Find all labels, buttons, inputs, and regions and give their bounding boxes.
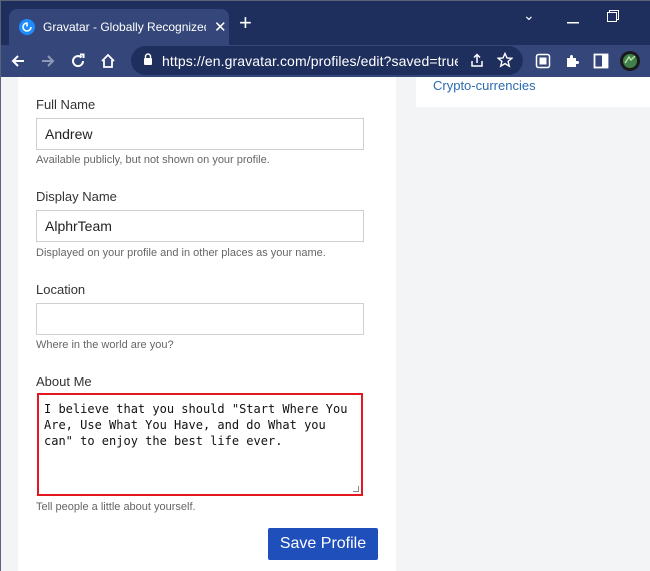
display-name-label: Display Name xyxy=(36,189,117,204)
full-name-label: Full Name xyxy=(36,97,96,112)
tab-close-icon[interactable]: ✕ xyxy=(214,20,227,35)
location-input[interactable] xyxy=(36,303,364,335)
lock-icon[interactable] xyxy=(143,52,153,70)
url-text: https://en.gravatar.com/profiles/edit?sa… xyxy=(162,52,458,69)
new-tab-icon[interactable]: + xyxy=(239,12,252,34)
browser-tab[interactable]: Gravatar - Globally Recognized Avatars ✕ xyxy=(9,9,229,45)
location-label: Location xyxy=(36,282,86,297)
browser-tabstrip: Gravatar - Globally Recognized Avatars ✕… xyxy=(1,1,650,45)
full-name-help: Available publicly, but not shown on you… xyxy=(36,154,270,166)
crypto-currencies-link[interactable]: Crypto-currencies xyxy=(433,78,536,93)
extension-screenshot-icon[interactable] xyxy=(532,50,554,72)
full-name-input[interactable]: Andrew xyxy=(36,118,364,150)
sidebar-card: Crypto-currencies xyxy=(416,77,650,107)
minimize-icon[interactable] xyxy=(567,11,579,27)
side-panel-icon[interactable] xyxy=(590,50,612,72)
profile-avatar[interactable] xyxy=(619,50,641,72)
extensions-puzzle-icon[interactable] xyxy=(561,50,583,72)
back-arrow-icon[interactable] xyxy=(5,48,31,74)
about-me-label: About Me xyxy=(36,374,92,389)
tab-search-chevron-icon[interactable]: ⌄ xyxy=(523,7,535,24)
bookmark-star-icon[interactable] xyxy=(496,51,514,73)
share-icon[interactable] xyxy=(469,52,485,73)
location-help: Where in the world are you? xyxy=(36,339,174,351)
about-me-text[interactable]: I believe that you should "Start Where Y… xyxy=(39,395,361,494)
reload-icon[interactable] xyxy=(65,48,91,74)
display-name-input[interactable]: AlphrTeam xyxy=(36,210,364,242)
address-bar[interactable]: https://en.gravatar.com/profiles/edit?sa… xyxy=(131,46,523,75)
about-me-textarea[interactable]: I believe that you should "Start Where Y… xyxy=(37,393,363,496)
profile-form-card: Full Name Andrew Available publicly, but… xyxy=(18,77,396,571)
about-me-help: Tell people a little about yourself. xyxy=(36,501,196,513)
resize-handle-icon[interactable] xyxy=(353,486,359,492)
save-profile-button[interactable]: Save Profile xyxy=(268,528,378,560)
page-content: Crypto-currencies Full Name Andrew Avail… xyxy=(1,77,650,571)
home-icon[interactable] xyxy=(95,48,121,74)
browser-toolbar: https://en.gravatar.com/profiles/edit?sa… xyxy=(1,45,650,77)
tab-title: Gravatar - Globally Recognized Avatars xyxy=(43,20,206,34)
display-name-help: Displayed on your profile and in other p… xyxy=(36,247,326,259)
forward-arrow-icon[interactable] xyxy=(35,48,61,74)
gravatar-favicon-icon xyxy=(19,19,35,35)
restore-icon[interactable] xyxy=(607,9,619,25)
